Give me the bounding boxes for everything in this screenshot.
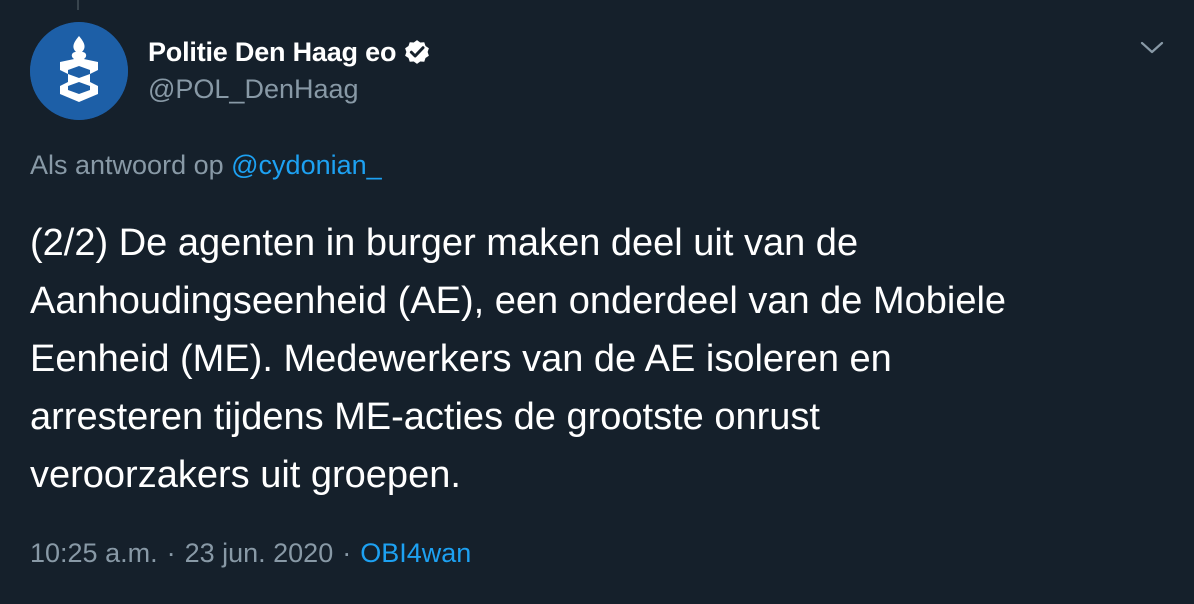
tweet-text: (2/2) De agenten in burger maken deel ui… [30,214,1180,504]
reply-context: Als antwoord op @cydonian_ [30,150,382,181]
display-name[interactable]: Politie Den Haag eo [148,37,396,68]
tweet-text-line: Eenheid (ME). Medewerkers van de AE isol… [30,338,892,380]
avatar[interactable] [30,22,128,120]
meta-separator: · [166,538,176,568]
tweet-text-line: veroorzakers uit groepen. [30,454,461,496]
author-handle[interactable]: @POL_DenHaag [148,74,432,105]
tweet-text-line: (2/2) De agenten in burger maken deel ui… [30,222,859,264]
author-header: Politie Den Haag eo @POL_DenHaag [148,34,432,105]
tweet-text-line: Aanhoudingseenheid (AE), een onderdeel v… [30,280,1007,322]
verified-badge-icon [402,37,432,67]
tweet-time[interactable]: 10:25 a.m. [30,538,158,568]
thread-connector-line [77,0,79,10]
tweet-card: Politie Den Haag eo @POL_DenHaag Als ant… [0,0,1194,604]
tweet-text-line: arresteren tijdens ME-acties de grootste… [30,396,820,438]
chevron-down-icon [1140,41,1164,54]
tweet-source-link[interactable]: OBI4wan [360,538,471,568]
tweet-meta: 10:25 a.m. · 23 jun. 2020 · OBI4wan [30,538,471,569]
display-name-row: Politie Den Haag eo [148,34,432,70]
reply-prefix: Als antwoord op [30,150,224,180]
more-options-button[interactable] [1134,30,1170,66]
reply-mention-link[interactable]: @cydonian_ [231,150,382,180]
meta-separator: · [342,538,352,568]
police-logo-icon [30,22,128,120]
tweet-date[interactable]: 23 jun. 2020 [185,538,334,568]
